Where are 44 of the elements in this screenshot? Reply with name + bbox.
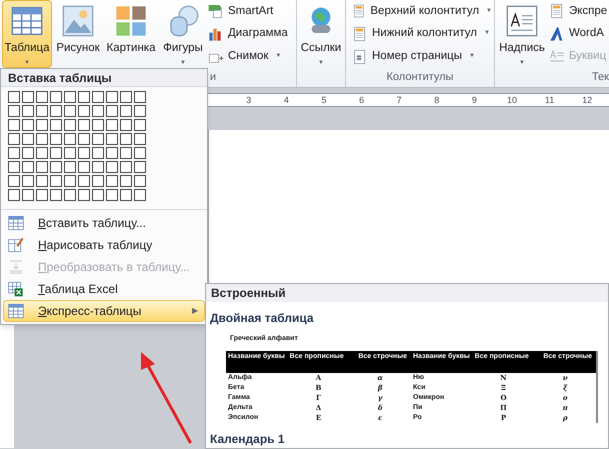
page-number-icon xyxy=(352,48,368,65)
menu-item[interactable]: Таблица Excel xyxy=(3,278,205,300)
ruler-number: 12 xyxy=(581,96,594,104)
ribbon-button[interactable]: WordA xyxy=(549,24,609,44)
page-icon xyxy=(352,3,366,20)
menu-header: Вставка таблицы xyxy=(8,70,112,86)
template-title[interactable]: Двойная таблица xyxy=(210,311,314,325)
pencil-table-icon xyxy=(8,237,24,253)
page-icon xyxy=(549,3,565,20)
template-title[interactable]: Календарь 1 xyxy=(210,432,285,446)
ruler-number: 11 xyxy=(544,96,556,104)
picture-button[interactable]: Рисунок xyxy=(54,0,102,68)
spreadsheet-icon xyxy=(8,281,24,297)
ribbon-button[interactable]: Экспре xyxy=(549,1,609,22)
group-label: Тек xyxy=(592,70,609,86)
table-icon xyxy=(11,5,43,37)
menu-item[interactable]: Экспресс-таблицы ▶ xyxy=(3,300,205,322)
clipart-icon xyxy=(115,5,147,37)
ruler-number: 8 xyxy=(433,96,440,104)
ruler-number: 6 xyxy=(358,96,366,104)
group-label: и xyxy=(210,70,216,86)
menu-item[interactable]: Вставить таблицу... xyxy=(3,212,205,234)
group-label: Колонтитулы xyxy=(386,70,454,86)
submenu-arrow-icon: ▶ xyxy=(192,305,198,317)
ruler-number: 10 xyxy=(506,96,518,104)
table-icon xyxy=(8,303,24,319)
clipart-button[interactable]: Картинка xyxy=(104,0,158,68)
ribbon-button[interactable]: SmartArt xyxy=(208,1,294,22)
text-box-icon xyxy=(506,5,538,37)
convert-icon xyxy=(8,259,24,275)
table-icon xyxy=(8,215,24,231)
ruler-number: 5 xyxy=(320,96,328,104)
page-icon xyxy=(352,26,368,42)
diagram-icon xyxy=(208,3,224,20)
ruler-number: 3 xyxy=(245,96,252,104)
ruler-number: 9 xyxy=(470,96,478,104)
menu-item[interactable]: Нарисовать таблицу xyxy=(3,234,205,256)
ribbon-button[interactable]: Диаграмма xyxy=(208,24,294,44)
letter-icon xyxy=(549,26,565,42)
picture-icon xyxy=(62,5,94,37)
section-header: Встроенный xyxy=(211,285,286,302)
table-size-grid[interactable] xyxy=(8,91,146,201)
ruler-number: 4 xyxy=(282,96,290,104)
ruler-number: 7 xyxy=(396,96,403,104)
